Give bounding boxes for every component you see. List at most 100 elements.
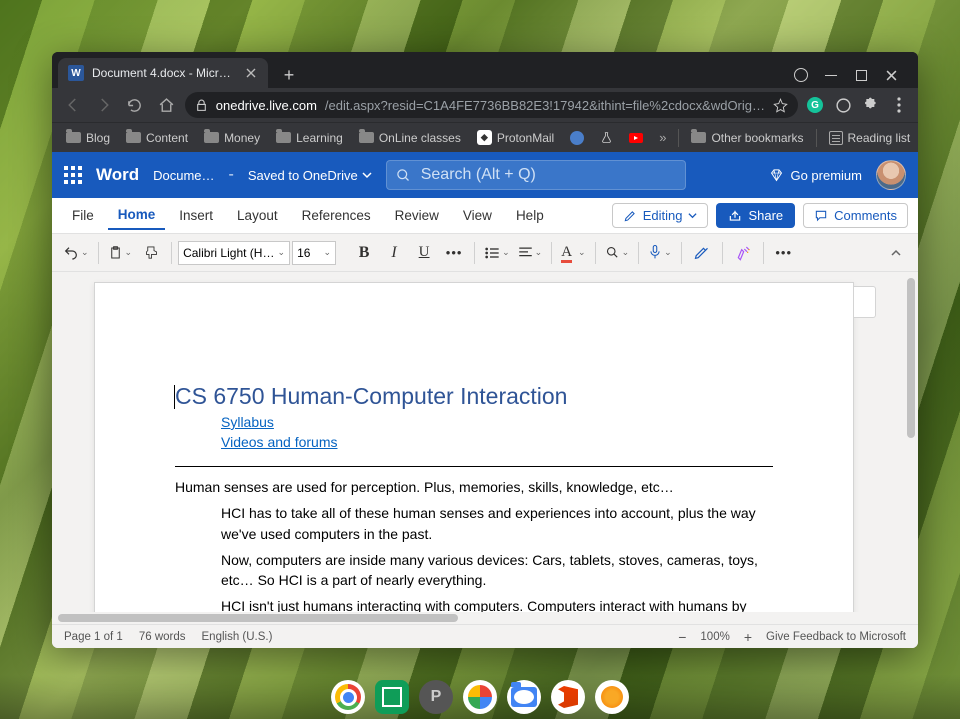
reading-list[interactable]: Reading list — [823, 128, 917, 148]
flask-icon — [600, 130, 613, 145]
tab-view[interactable]: View — [453, 202, 502, 229]
tab-home[interactable]: Home — [108, 201, 166, 230]
share-button[interactable]: Share — [716, 203, 795, 228]
word-count[interactable]: 76 words — [139, 631, 186, 643]
find-button[interactable]: ⌄ — [602, 239, 633, 267]
search-input[interactable]: Search (Alt + Q) — [386, 160, 686, 190]
folder-icon — [276, 132, 291, 143]
tab-file[interactable]: File — [62, 202, 104, 229]
bookmark-folder[interactable]: Money — [198, 128, 266, 148]
font-color-button[interactable]: A⌄ — [558, 239, 588, 267]
dictate-button[interactable]: ⌄ — [645, 239, 675, 267]
link-syllabus[interactable]: Syllabus — [221, 414, 773, 430]
document-canvas: CS 6750 Human-Computer Interaction Sylla… — [52, 272, 918, 624]
bold-button[interactable]: B — [350, 239, 378, 267]
zoom-out-button[interactable]: − — [674, 629, 690, 645]
scrollbar-thumb[interactable] — [58, 614, 458, 622]
shelf-sheets-icon[interactable] — [375, 680, 409, 714]
other-bookmarks[interactable]: Other bookmarks — [685, 128, 809, 148]
grammarly-extension-icon[interactable]: G — [804, 94, 826, 116]
browser-tab[interactable]: W Document 4.docx - Microsoft Wo — [58, 58, 268, 88]
shelf-chrome-icon[interactable] — [331, 680, 365, 714]
omnibox[interactable]: onedrive.live.com/edit.aspx?resid=C1A4FE… — [185, 92, 798, 118]
more-commands[interactable]: ••• — [770, 239, 798, 267]
word-online-app: Word Docume… - Saved to OneDrive Search … — [52, 152, 918, 648]
tab-strip: W Document 4.docx - Microsoft Wo + — [52, 52, 918, 88]
avatar[interactable] — [876, 160, 906, 190]
paste-button[interactable]: ⌄ — [105, 239, 136, 267]
shelf-files-icon[interactable] — [507, 680, 541, 714]
minimize-button[interactable] — [818, 62, 844, 88]
bookmark-item[interactable] — [594, 127, 619, 148]
horizontal-rule — [175, 466, 773, 467]
shelf-app-icon[interactable]: P — [419, 680, 453, 714]
youtube-icon — [629, 133, 643, 143]
italic-button[interactable]: I — [380, 239, 408, 267]
bookmark-folder[interactable]: Blog — [60, 128, 116, 148]
tab-layout[interactable]: Layout — [227, 202, 288, 229]
bookmark-folder[interactable]: Content — [120, 128, 194, 148]
app-launcher-icon[interactable] — [64, 166, 82, 184]
designer-button[interactable] — [729, 239, 757, 267]
font-name-select[interactable]: Calibri Light (H…⌄ — [178, 241, 290, 265]
zoom-level[interactable]: 100% — [700, 631, 729, 643]
shelf-office-icon[interactable] — [551, 680, 585, 714]
bookmark-item[interactable] — [564, 128, 590, 148]
horizontal-scrollbar[interactable] — [52, 612, 904, 624]
close-window-button[interactable] — [878, 62, 904, 88]
feedback-link[interactable]: Give Feedback to Microsoft — [766, 631, 906, 643]
close-tab-icon[interactable] — [244, 66, 258, 80]
home-button[interactable] — [154, 92, 179, 118]
font-size-select[interactable]: 16⌄ — [292, 241, 336, 265]
reload-button[interactable] — [122, 92, 147, 118]
window-controls — [788, 58, 912, 88]
tab-references[interactable]: References — [292, 202, 381, 229]
collapse-ribbon-button[interactable] — [882, 239, 910, 267]
document-page[interactable]: CS 6750 Human-Computer Interaction Sylla… — [94, 282, 854, 624]
shelf-app-icon[interactable] — [595, 680, 629, 714]
document-name[interactable]: Docume… — [153, 168, 214, 183]
chevrons-icon: » — [659, 130, 666, 145]
browser-window: W Document 4.docx - Microsoft Wo + — [52, 52, 918, 648]
tab-insert[interactable]: Insert — [169, 202, 223, 229]
forward-button[interactable] — [91, 92, 116, 118]
shelf-photos-icon[interactable] — [463, 680, 497, 714]
bookmark-youtube[interactable] — [623, 130, 649, 146]
editing-mode-button[interactable]: Editing — [612, 203, 709, 228]
bookmark-protonmail[interactable]: ◆ProtonMail — [471, 127, 560, 148]
more-font-options[interactable]: ••• — [440, 239, 468, 267]
bookmark-overflow[interactable]: » — [653, 127, 672, 148]
align-button[interactable]: ⌄ — [515, 239, 546, 267]
underline-button[interactable]: U — [410, 239, 438, 267]
zoom-in-button[interactable]: + — [740, 629, 756, 645]
chrome-menu-icon[interactable] — [888, 94, 910, 116]
vertical-scrollbar[interactable] — [904, 272, 918, 624]
comments-button[interactable]: Comments — [803, 203, 908, 228]
scrollbar-thumb[interactable] — [907, 278, 915, 438]
go-premium-button[interactable]: Go premium — [769, 168, 862, 183]
status-bar: Page 1 of 1 76 words English (U.S.) − 10… — [52, 624, 918, 648]
bookmark-folder[interactable]: Learning — [270, 128, 349, 148]
extensions-puzzle-icon[interactable] — [860, 94, 882, 116]
bullets-button[interactable]: ⌄ — [481, 239, 513, 267]
undo-button[interactable]: ⌄ — [60, 239, 92, 267]
word-app-name: Word — [96, 165, 139, 185]
page-count[interactable]: Page 1 of 1 — [64, 631, 123, 643]
account-circle-icon[interactable] — [788, 62, 814, 88]
tab-help[interactable]: Help — [506, 202, 554, 229]
back-button[interactable] — [60, 92, 85, 118]
save-status[interactable]: Saved to OneDrive — [248, 168, 372, 183]
extension-icon[interactable] — [832, 94, 854, 116]
bookmark-label: Content — [146, 131, 188, 145]
protonmail-icon: ◆ — [477, 130, 492, 145]
link-videos-forums[interactable]: Videos and forums — [221, 434, 773, 450]
maximize-button[interactable] — [848, 62, 874, 88]
star-icon[interactable] — [773, 98, 788, 113]
page-side-tab[interactable] — [854, 286, 876, 318]
new-tab-button[interactable]: + — [276, 62, 302, 88]
tab-review[interactable]: Review — [385, 202, 449, 229]
format-painter-button[interactable] — [137, 239, 165, 267]
editor-button[interactable] — [688, 239, 716, 267]
bookmark-folder[interactable]: OnLine classes — [353, 128, 467, 148]
language-status[interactable]: English (U.S.) — [202, 631, 273, 643]
